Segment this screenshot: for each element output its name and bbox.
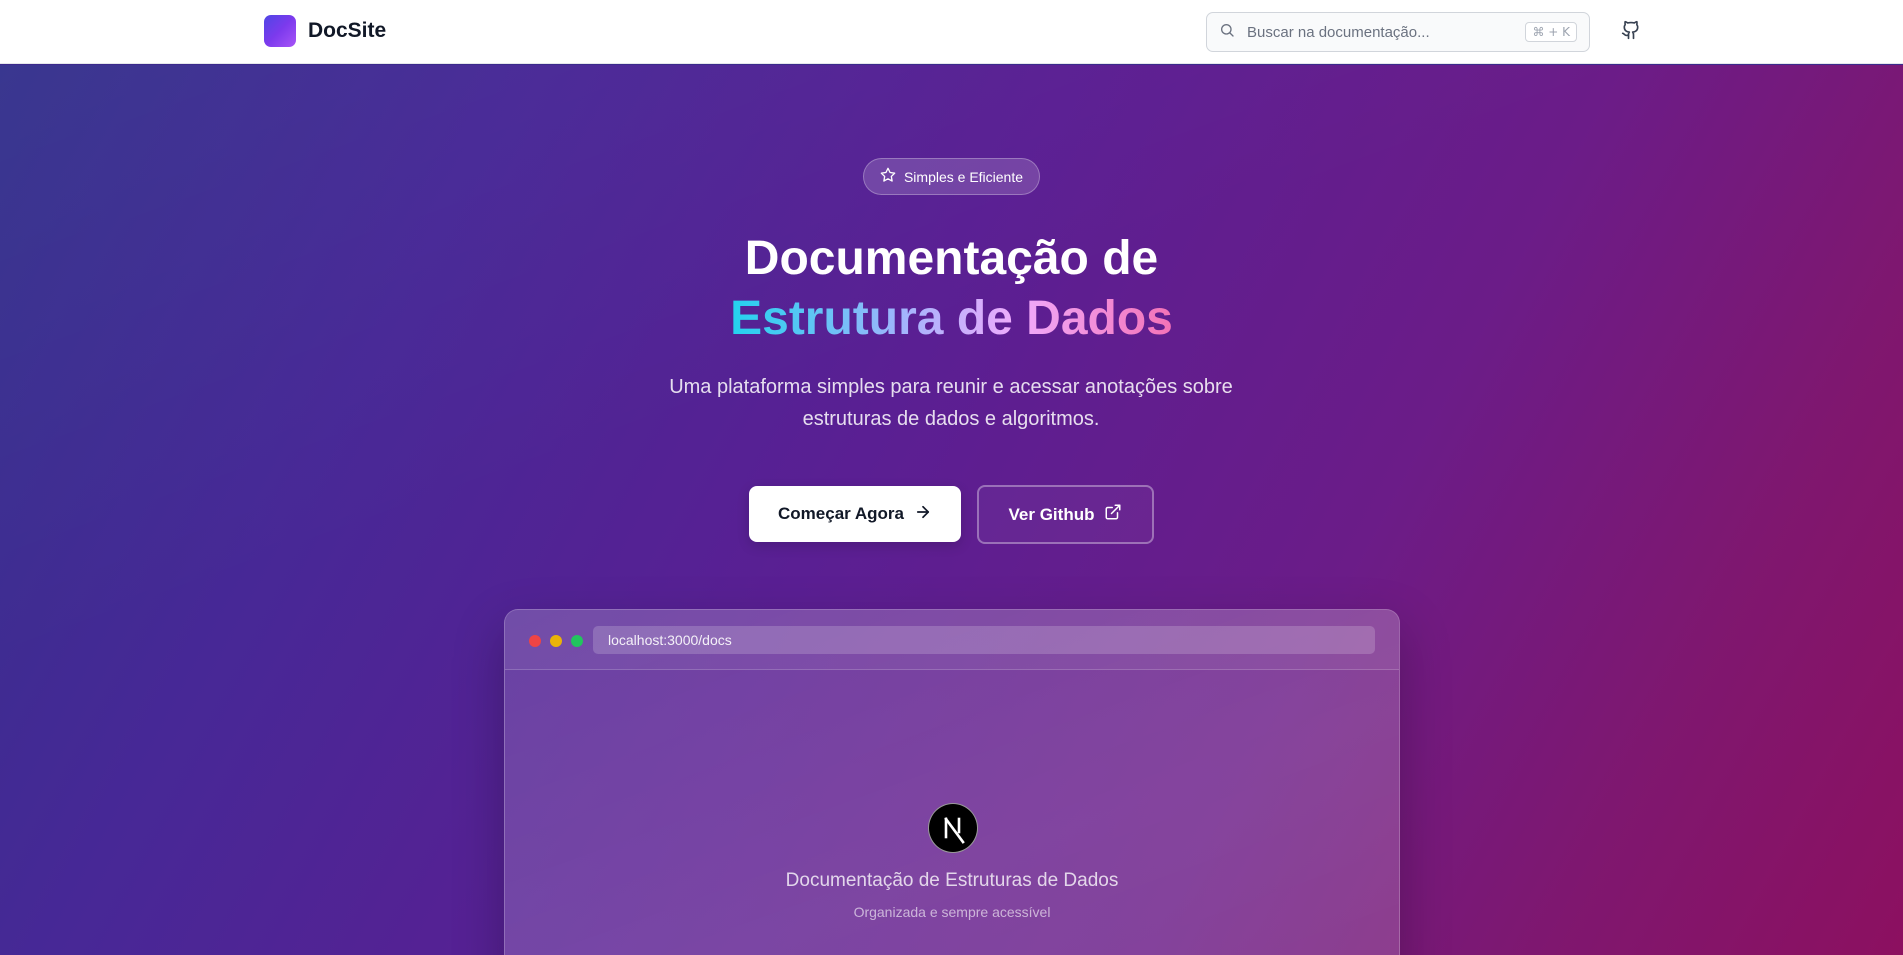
window-close-dot [529, 635, 541, 647]
brand-name: DocSite [308, 19, 387, 42]
hero-title-line1: Documentação de [744, 232, 1159, 285]
hero-subtitle: Uma plataforma simples para reunir e ace… [669, 376, 1233, 430]
arrow-right-icon [904, 503, 932, 526]
badge-label: Simples e Eficiente [903, 168, 1024, 185]
mockup-subtitle: Organizada e sempre acessível [853, 904, 1051, 920]
feature-badge: Simples e Eficiente [863, 158, 1040, 195]
browser-toolbar: localhost:3000/docs [505, 610, 1399, 670]
window-minimize-dot [550, 635, 562, 647]
github-link-button[interactable] [1617, 18, 1645, 46]
external-link-icon [1094, 503, 1122, 526]
hero-section: Simples e Eficiente Documentação de Estr… [0, 65, 1903, 955]
brand-logo [264, 15, 296, 47]
window-maximize-dot [571, 635, 583, 647]
hero-title: Documentação de Estrutura de Dados [0, 229, 1903, 349]
search-box[interactable]: ⌘ + K [1206, 12, 1590, 52]
get-started-button[interactable]: Começar Agora [749, 486, 961, 542]
star-icon [880, 167, 904, 186]
view-github-button[interactable]: Ver Github [977, 485, 1154, 544]
brand-link[interactable]: DocSite [264, 15, 386, 47]
search-input[interactable] [1247, 23, 1526, 41]
mockup-title: Documentação de Estruturas de Dados [785, 870, 1119, 891]
github-icon [1621, 20, 1641, 45]
nextjs-icon [928, 803, 978, 853]
top-header: DocSite ⌘ + K [0, 0, 1903, 64]
search-shortcut-hint: ⌘ + K [1525, 22, 1577, 42]
search-icon [1219, 22, 1235, 43]
hero-title-line2: Estrutura de Dados [730, 289, 1173, 349]
browser-url-bar: localhost:3000/docs [593, 626, 1375, 654]
browser-mockup: localhost:3000/docs Documentação de Estr… [504, 609, 1400, 955]
get-started-label: Começar Agora [778, 504, 904, 523]
view-github-label: Ver Github [1008, 504, 1095, 524]
